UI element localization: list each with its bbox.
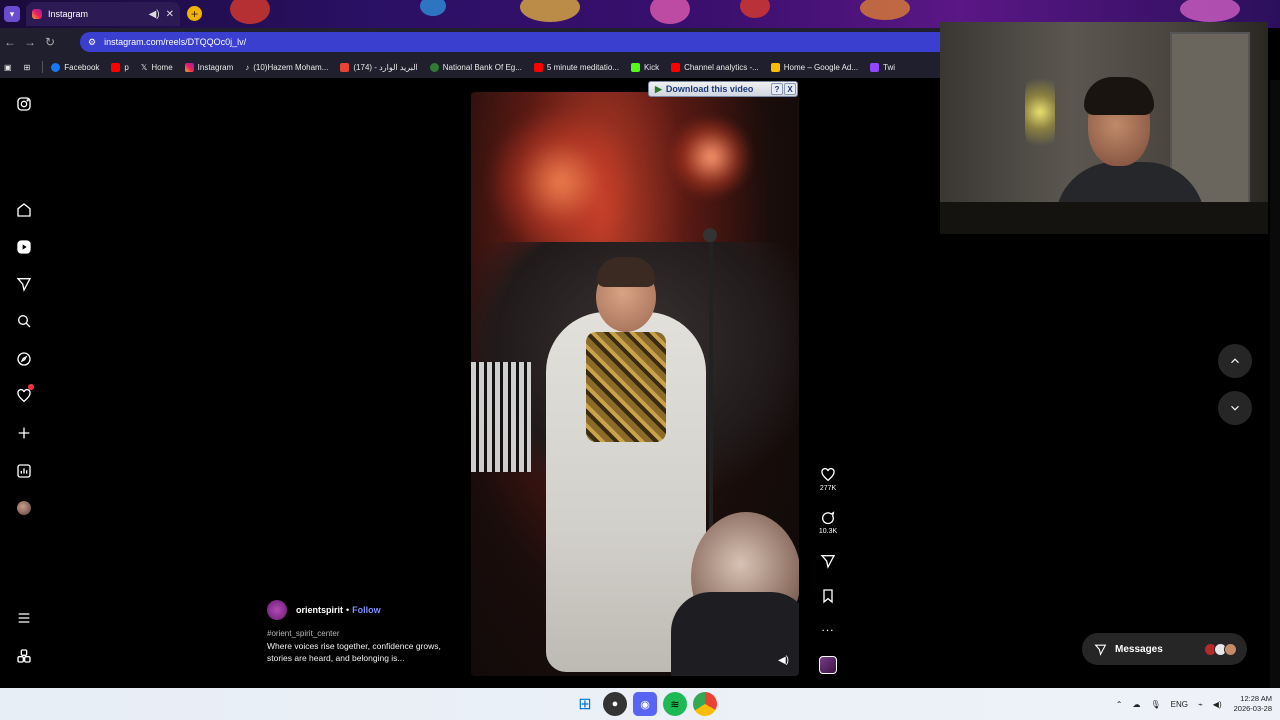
hashtag-link[interactable]: #orient_spirit_center [267, 629, 457, 638]
chrome-icon[interactable] [693, 692, 717, 716]
url-text: instagram.com/reels/DTQQOc0j_lv/ [104, 37, 247, 47]
chevron-up-icon [1231, 358, 1239, 364]
dashboard-icon[interactable] [14, 461, 34, 481]
windows-taskbar: ⊞ ● ◉ ≋ ⌃ ☁ 🎙 ENG ⌁ ◀) 12:28 AM 2026-03-… [0, 688, 1280, 720]
chevron-down-icon [1231, 405, 1239, 411]
bookmark-facebook[interactable]: Facebook [51, 62, 99, 72]
profile-avatar[interactable] [14, 498, 34, 518]
download-video-label: Download this video [665, 84, 754, 94]
volume-icon[interactable]: ◀) [778, 655, 789, 666]
create-plus-icon[interactable] [14, 423, 34, 443]
app-icon[interactable]: ● [603, 692, 627, 716]
author-username[interactable]: orientspirit [296, 605, 343, 615]
bookmark-google-ads[interactable]: Home – Google Ad... [770, 62, 858, 72]
reel-video[interactable]: ◀) [471, 92, 799, 676]
wifi-icon[interactable]: ⌁ [1198, 700, 1203, 709]
more-icon: ... [821, 620, 835, 634]
also-from-meta-icon[interactable] [14, 646, 34, 666]
notifications-heart-icon[interactable] [14, 384, 34, 406]
tab-title: Instagram [48, 9, 89, 19]
comment-count: 10.3K [818, 528, 838, 535]
url-field[interactable]: ⚙ instagram.com/reels/DTQQOc0j_lv/ [80, 32, 940, 52]
download-video-banner[interactable]: ▶ Download this video ? X [648, 81, 798, 97]
apps-icon[interactable]: ⊞ [24, 63, 31, 72]
close-banner-button[interactable]: X [784, 83, 796, 95]
bookmark-x-home[interactable]: 𝕏 Home [141, 63, 173, 72]
home-icon[interactable] [14, 200, 34, 220]
bookmark-channel-analytics[interactable]: Channel analytics -... [671, 62, 759, 72]
save-button[interactable] [812, 588, 844, 604]
play-icon: ▶ [655, 83, 662, 94]
like-button[interactable]: 277K [812, 467, 844, 492]
heart-icon [821, 467, 835, 482]
comment-button[interactable]: 10.3K [812, 510, 844, 535]
message-avatars [1204, 642, 1237, 656]
next-reel-button[interactable] [1218, 391, 1252, 425]
windows-start-icon[interactable]: ⊞ [573, 692, 597, 716]
page-scrollbar[interactable] [1270, 80, 1280, 688]
help-button[interactable]: ? [771, 83, 783, 95]
comment-icon [822, 511, 835, 525]
bookmark-icon [823, 589, 833, 604]
audio-thumbnail[interactable] [812, 656, 844, 674]
tab-instagram[interactable]: Instagram ◀) ✕ [26, 2, 180, 26]
back-icon[interactable]: ← [0, 35, 20, 49]
reel-caption: orientspirit • Follow #orient_spirit_cen… [267, 600, 457, 664]
bookmark-tiktok[interactable]: ♪ (10)Hazem Moham... [245, 63, 328, 72]
network-icon[interactable]: ☁ [1132, 700, 1140, 709]
tab-close-icon[interactable]: ✕ [166, 9, 174, 20]
more-menu-icon[interactable] [14, 608, 34, 628]
notification-dot [28, 384, 34, 390]
author-avatar[interactable] [267, 600, 287, 620]
screen: ▾ Instagram ◀) ✕ + ← → ↻ ⚙ instagram.com… [0, 0, 1280, 720]
sidebar-toggle-icon[interactable]: ▣ [4, 63, 12, 72]
bookmark-kick[interactable]: Kick [630, 62, 659, 72]
explore-icon[interactable] [14, 349, 34, 369]
microphone-icon[interactable]: 🎙 [1150, 700, 1160, 709]
reels-icon[interactable] [14, 237, 34, 257]
more-options-button[interactable]: ... [812, 620, 844, 634]
bookmark-instagram[interactable]: Instagram [184, 62, 233, 72]
caption-text[interactable]: Where voices rise together, confidence g… [267, 640, 457, 664]
messages-label: Messages [1115, 643, 1163, 655]
like-count: 277K [819, 485, 837, 492]
previous-reel-button[interactable] [1218, 344, 1252, 378]
bookmarks-bar: ▣ ⊞ Facebook p 𝕏 Home Instagram ♪ (10)Haze… [0, 56, 940, 78]
system-tray: ⌃ ☁ 🎙 ENG ⌁ ◀) 12:28 AM 2026-03-28 [1106, 688, 1272, 720]
tab-audio-icon[interactable]: ◀) [149, 9, 160, 20]
send-icon [1094, 644, 1107, 656]
address-bar-row: ← → ↻ ⚙ instagram.com/reels/DTQQOc0j_lv/ [0, 28, 940, 56]
bookmark-nbe[interactable]: National Bank Of Eg... [429, 62, 522, 72]
follow-button[interactable]: Follow [352, 605, 381, 615]
reload-icon[interactable]: ↻ [40, 35, 60, 49]
bookmark-gmail[interactable]: (174) - البريد الوارد [340, 62, 418, 72]
instagram-favicon-icon [32, 9, 42, 19]
instagram-sidebar [0, 80, 48, 688]
bookmark-meditation[interactable]: 5 minute meditatio... [533, 62, 619, 72]
site-info-icon[interactable]: ⚙ [88, 37, 96, 48]
search-icon[interactable] [14, 311, 34, 331]
tray-overflow-icon[interactable]: ⌃ [1116, 700, 1123, 709]
instagram-logo-icon[interactable] [14, 94, 34, 114]
discord-icon[interactable]: ◉ [633, 692, 657, 716]
spotify-icon[interactable]: ≋ [663, 692, 687, 716]
bookmark-p[interactable]: p [111, 62, 129, 72]
forward-icon[interactable]: → [20, 35, 40, 49]
webcam-overlay [940, 22, 1268, 234]
tab-search-button[interactable]: ▾ [4, 6, 20, 22]
language-indicator[interactable]: ENG [1171, 700, 1188, 709]
clock[interactable]: 12:28 AM 2026-03-28 [1234, 694, 1272, 714]
new-tab-button[interactable]: + [187, 6, 202, 21]
share-icon [820, 555, 836, 569]
share-button[interactable] [812, 553, 844, 569]
direct-messages-icon[interactable] [14, 274, 34, 294]
volume-tray-icon[interactable]: ◀) [1213, 700, 1222, 709]
messages-button[interactable]: Messages [1082, 633, 1247, 665]
bookmark-twitch[interactable]: Twi [870, 62, 895, 72]
